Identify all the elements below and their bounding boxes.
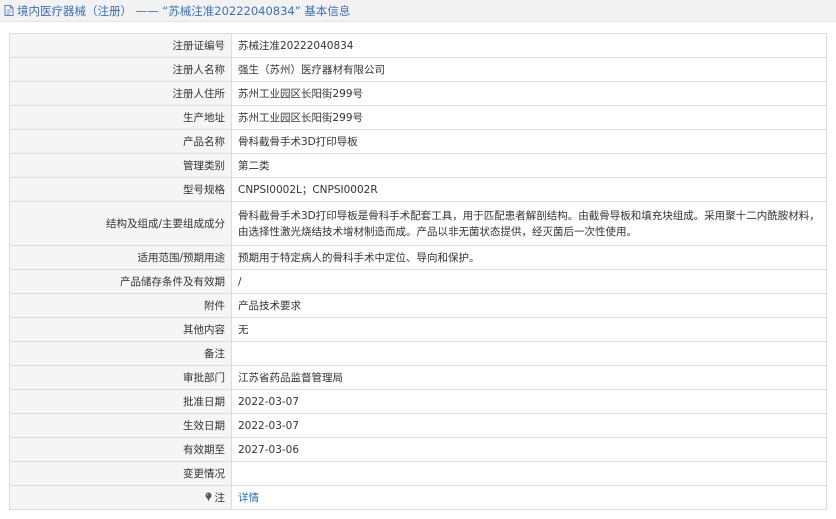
row-label-effective-date: 生效日期 <box>9 413 232 438</box>
table-row: 附件 产品技术要求 <box>9 293 827 318</box>
row-value-remarks <box>231 341 827 366</box>
row-label-registrant-name: 注册人名称 <box>9 57 232 82</box>
table-row: 变更情况 <box>9 461 827 486</box>
table-row: 有效期至 2027-03-06 <box>9 437 827 462</box>
row-value-production-address: 苏州工业园区长阳街299号 <box>231 105 827 130</box>
table-row: 注册证编号 苏械注准20222040834 <box>9 33 827 58</box>
row-label-approval-date: 批准日期 <box>9 389 232 414</box>
page-header: 境内医疗器械（注册） —— “苏械注准20222040834” 基本信息 <box>0 0 836 22</box>
row-label-structure-composition: 结构及组成/主要组成成分 <box>9 201 232 246</box>
table-row: 注 详情 <box>9 485 827 510</box>
row-value-intended-use: 预期用于特定病人的骨科手术中定位、导向和保护。 <box>231 245 827 270</box>
row-value-registration-number: 苏械注准20222040834 <box>231 33 827 58</box>
row-label-storage-validity: 产品储存条件及有效期 <box>9 269 232 294</box>
table-row: 注册人名称 强生（苏州）医疗器材有限公司 <box>9 57 827 82</box>
details-link[interactable]: 详情 <box>238 492 259 504</box>
table-row: 审批部门 江苏省药品监督管理局 <box>9 365 827 390</box>
row-value-valid-until: 2027-03-06 <box>231 437 827 462</box>
row-label-change-status: 变更情况 <box>9 461 232 486</box>
row-label-product-name: 产品名称 <box>9 129 232 154</box>
table-row: 注册人住所 苏州工业园区长阳街299号 <box>9 81 827 106</box>
row-label-note: 注 <box>9 485 232 510</box>
row-label-approval-department: 审批部门 <box>9 365 232 390</box>
row-label-attachment: 附件 <box>9 293 232 318</box>
table-row: 生效日期 2022-03-07 <box>9 413 827 438</box>
row-value-effective-date: 2022-03-07 <box>231 413 827 438</box>
table-row: 产品名称 骨科截骨手术3D打印导板 <box>9 129 827 154</box>
row-value-management-class: 第二类 <box>231 153 827 178</box>
row-label-management-class: 管理类别 <box>9 153 232 178</box>
page-title: 境内医疗器械（注册） —— “苏械注准20222040834” 基本信息 <box>17 3 351 18</box>
row-value-registrant-address: 苏州工业园区长阳街299号 <box>231 81 827 106</box>
document-icon <box>4 5 14 16</box>
row-value-storage-validity: / <box>231 269 827 294</box>
row-label-production-address: 生产地址 <box>9 105 232 130</box>
row-label-registration-number: 注册证编号 <box>9 33 232 58</box>
table-row: 结构及组成/主要组成成分 骨科截骨手术3D打印导板是骨科手术配套工具，用于匹配患… <box>9 201 827 246</box>
row-value-model-spec: CNPSI0002L；CNPSI0002R <box>231 177 827 202</box>
table-row: 备注 <box>9 341 827 366</box>
row-label-model-spec: 型号规格 <box>9 177 232 202</box>
table-row: 管理类别 第二类 <box>9 153 827 178</box>
row-label-other-content: 其他内容 <box>9 317 232 342</box>
row-label-intended-use: 适用范围/预期用途 <box>9 245 232 270</box>
row-value-approval-department: 江苏省药品监督管理局 <box>231 365 827 390</box>
detail-table: 注册证编号 苏械注准20222040834 注册人名称 强生（苏州）医疗器材有限… <box>9 33 827 510</box>
row-label-valid-until: 有效期至 <box>9 437 232 462</box>
row-label-remarks: 备注 <box>9 341 232 366</box>
table-row: 批准日期 2022-03-07 <box>9 389 827 414</box>
table-row: 适用范围/预期用途 预期用于特定病人的骨科手术中定位、导向和保护。 <box>9 245 827 270</box>
row-value-attachment: 产品技术要求 <box>231 293 827 318</box>
table-row: 型号规格 CNPSI0002L；CNPSI0002R <box>9 177 827 202</box>
note-label-text: 注 <box>214 491 226 504</box>
row-value-other-content: 无 <box>231 317 827 342</box>
row-value-note: 详情 <box>231 485 827 510</box>
row-value-product-name: 骨科截骨手术3D打印导板 <box>231 129 827 154</box>
table-row: 生产地址 苏州工业园区长阳街299号 <box>9 105 827 130</box>
row-value-change-status <box>231 461 827 486</box>
row-label-registrant-address: 注册人住所 <box>9 81 232 106</box>
table-row: 其他内容 无 <box>9 317 827 342</box>
pin-note-icon <box>204 492 213 502</box>
row-value-structure-composition: 骨科截骨手术3D打印导板是骨科手术配套工具，用于匹配患者解剖结构。由截骨导板和填… <box>231 201 827 246</box>
table-row: 产品储存条件及有效期 / <box>9 269 827 294</box>
row-value-approval-date: 2022-03-07 <box>231 389 827 414</box>
row-value-registrant-name: 强生（苏州）医疗器材有限公司 <box>231 57 827 82</box>
